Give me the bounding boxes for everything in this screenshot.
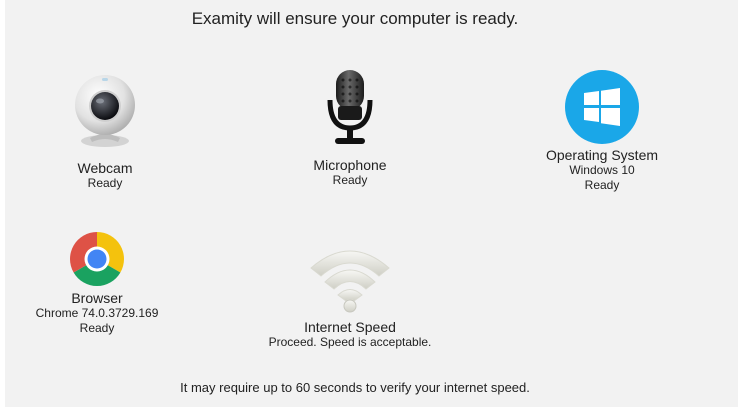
browser-status: Ready — [79, 321, 115, 335]
internet-speed-status: Proceed. Speed is acceptable. — [268, 335, 432, 349]
windows-logo-icon — [565, 70, 639, 144]
microphone-status: Ready — [332, 173, 368, 187]
system-check-panel: Examity will ensure your computer is rea… — [5, 0, 738, 407]
microphone-icon — [327, 70, 373, 144]
page-title: Examity will ensure your computer is rea… — [191, 9, 519, 28]
wifi-signal-icon — [310, 250, 390, 313]
speed-note: It may require up to 60 seconds to verif… — [180, 380, 530, 395]
os-label: Operating System — [545, 147, 659, 163]
browser-label: Browser — [71, 290, 123, 306]
microphone-label: Microphone — [313, 157, 387, 173]
webcam-status: Ready — [87, 176, 123, 190]
internet-speed-check: Internet Speed Proceed. Speed is accepta… — [255, 240, 445, 350]
microphone-check: Microphone Ready — [295, 70, 405, 188]
os-status: Ready — [584, 178, 620, 192]
browser-check: Browser Chrome 74.0.3729.169 Ready — [22, 231, 172, 336]
os-check: Operating System Windows 10 Ready — [532, 70, 672, 193]
browser-version: Chrome 74.0.3729.169 — [35, 306, 159, 320]
webcam-label: Webcam — [77, 160, 133, 176]
webcam-check: Webcam Ready — [50, 72, 160, 191]
webcam-icon — [75, 75, 135, 147]
os-version: Windows 10 — [569, 163, 635, 177]
chrome-logo-icon — [70, 232, 124, 286]
internet-speed-label: Internet Speed — [304, 319, 396, 335]
